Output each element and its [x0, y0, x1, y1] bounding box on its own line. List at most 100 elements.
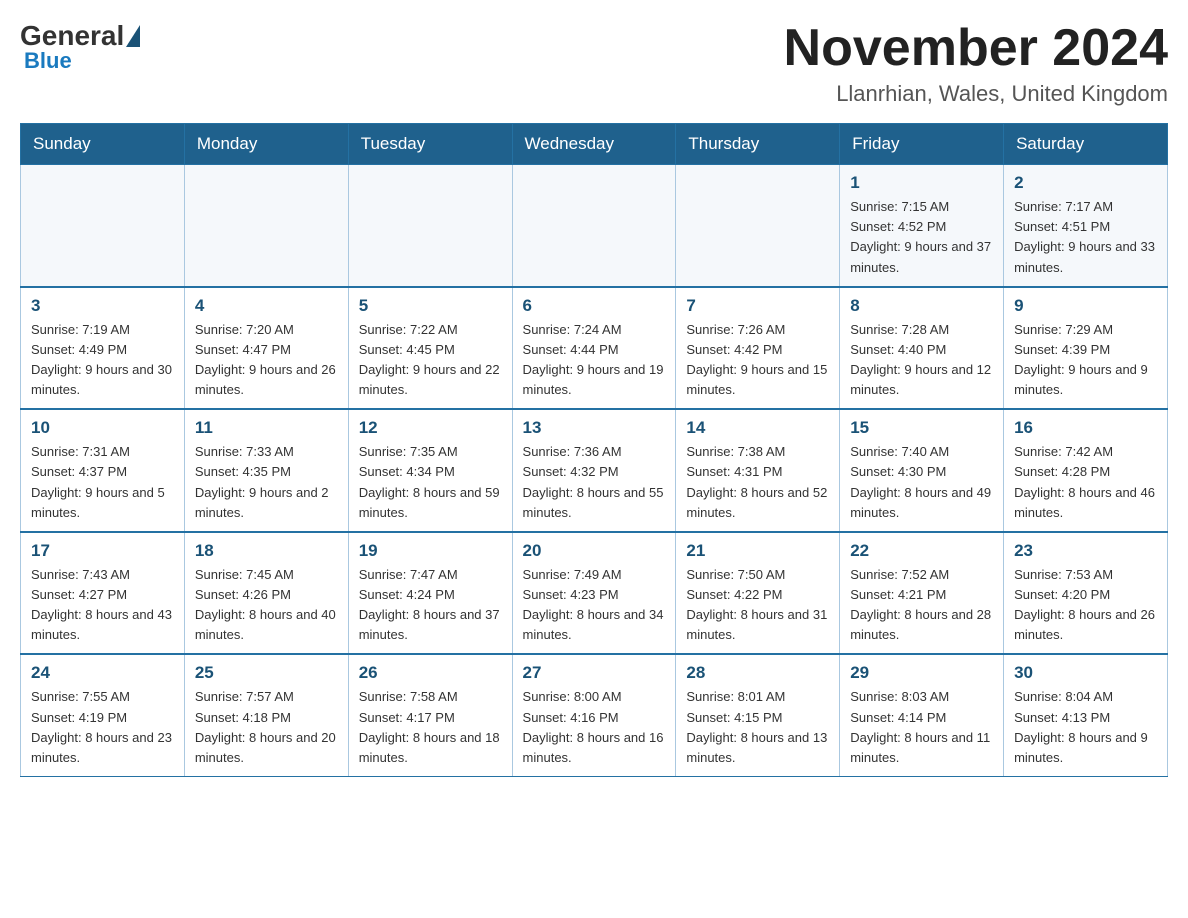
- calendar-cell: 27 Sunrise: 8:00 AM Sunset: 4:16 PM Dayli…: [512, 654, 676, 776]
- day-info: Sunrise: 7:57 AM Sunset: 4:18 PM Dayligh…: [195, 687, 338, 768]
- day-info: Sunrise: 8:04 AM Sunset: 4:13 PM Dayligh…: [1014, 687, 1157, 768]
- calendar-cell: [676, 165, 840, 287]
- day-number: 11: [195, 418, 338, 438]
- day-number: 22: [850, 541, 993, 561]
- day-info: Sunrise: 7:40 AM Sunset: 4:30 PM Dayligh…: [850, 442, 993, 523]
- day-number: 5: [359, 296, 502, 316]
- calendar-cell: 13 Sunrise: 7:36 AM Sunset: 4:32 PM Dayli…: [512, 409, 676, 532]
- day-number: 7: [686, 296, 829, 316]
- day-number: 10: [31, 418, 174, 438]
- calendar-cell: 9Sunrise: 7:29 AM Sunset: 4:39 PM Daylig…: [1004, 287, 1168, 410]
- calendar-cell: 28 Sunrise: 8:01 AM Sunset: 4:15 PM Dayli…: [676, 654, 840, 776]
- day-info: Sunrise: 7:53 AM Sunset: 4:20 PM Dayligh…: [1014, 565, 1157, 646]
- day-info: Sunrise: 7:49 AM Sunset: 4:23 PM Dayligh…: [523, 565, 666, 646]
- calendar-cell: 22 Sunrise: 7:52 AM Sunset: 4:21 PM Dayli…: [840, 532, 1004, 655]
- day-number: 15: [850, 418, 993, 438]
- day-number: 18: [195, 541, 338, 561]
- calendar-cell: 16 Sunrise: 7:42 AM Sunset: 4:28 PM Dayli…: [1004, 409, 1168, 532]
- day-info: Sunrise: 7:15 AM Sunset: 4:52 PM Dayligh…: [850, 197, 993, 278]
- calendar-cell: 15 Sunrise: 7:40 AM Sunset: 4:30 PM Dayli…: [840, 409, 1004, 532]
- day-info: Sunrise: 7:36 AM Sunset: 4:32 PM Dayligh…: [523, 442, 666, 523]
- day-number: 25: [195, 663, 338, 683]
- day-number: 30: [1014, 663, 1157, 683]
- calendar-cell: [348, 165, 512, 287]
- day-info: Sunrise: 8:00 AM Sunset: 4:16 PM Dayligh…: [523, 687, 666, 768]
- day-info: Sunrise: 7:58 AM Sunset: 4:17 PM Dayligh…: [359, 687, 502, 768]
- day-info: Sunrise: 7:45 AM Sunset: 4:26 PM Dayligh…: [195, 565, 338, 646]
- calendar-cell: 11 Sunrise: 7:33 AM Sunset: 4:35 PM Dayli…: [184, 409, 348, 532]
- calendar-weekday-tuesday: Tuesday: [348, 124, 512, 165]
- calendar-cell: 10 Sunrise: 7:31 AM Sunset: 4:37 PM Dayli…: [21, 409, 185, 532]
- day-number: 12: [359, 418, 502, 438]
- calendar-header-row: SundayMondayTuesdayWednesdayThursdayFrid…: [21, 124, 1168, 165]
- day-number: 19: [359, 541, 502, 561]
- calendar-weekday-saturday: Saturday: [1004, 124, 1168, 165]
- day-info: Sunrise: 7:24 AM Sunset: 4:44 PM Dayligh…: [523, 320, 666, 401]
- calendar-cell: 23 Sunrise: 7:53 AM Sunset: 4:20 PM Dayli…: [1004, 532, 1168, 655]
- calendar-weekday-sunday: Sunday: [21, 124, 185, 165]
- calendar-cell: [21, 165, 185, 287]
- calendar-week-row-2: 3 Sunrise: 7:19 AM Sunset: 4:49 PM Daylig…: [21, 287, 1168, 410]
- calendar-cell: 14 Sunrise: 7:38 AM Sunset: 4:31 PM Dayli…: [676, 409, 840, 532]
- day-number: 27: [523, 663, 666, 683]
- day-number: 20: [523, 541, 666, 561]
- day-number: 13: [523, 418, 666, 438]
- calendar-week-row-3: 10 Sunrise: 7:31 AM Sunset: 4:37 PM Dayli…: [21, 409, 1168, 532]
- calendar-cell: [184, 165, 348, 287]
- day-info: Sunrise: 7:33 AM Sunset: 4:35 PM Dayligh…: [195, 442, 338, 523]
- day-info: Sunrise: 7:22 AM Sunset: 4:45 PM Dayligh…: [359, 320, 502, 401]
- calendar-cell: 5 Sunrise: 7:22 AM Sunset: 4:45 PM Daylig…: [348, 287, 512, 410]
- day-info: Sunrise: 7:50 AM Sunset: 4:22 PM Dayligh…: [686, 565, 829, 646]
- calendar-cell: 12 Sunrise: 7:35 AM Sunset: 4:34 PM Dayli…: [348, 409, 512, 532]
- day-info: Sunrise: 7:19 AM Sunset: 4:49 PM Dayligh…: [31, 320, 174, 401]
- day-info: Sunrise: 7:38 AM Sunset: 4:31 PM Dayligh…: [686, 442, 829, 523]
- calendar-cell: 1 Sunrise: 7:15 AM Sunset: 4:52 PM Daylig…: [840, 165, 1004, 287]
- day-info: Sunrise: 7:52 AM Sunset: 4:21 PM Dayligh…: [850, 565, 993, 646]
- day-number: 3: [31, 296, 174, 316]
- day-info: Sunrise: 7:20 AM Sunset: 4:47 PM Dayligh…: [195, 320, 338, 401]
- calendar-week-row-4: 17 Sunrise: 7:43 AM Sunset: 4:27 PM Dayli…: [21, 532, 1168, 655]
- calendar-weekday-wednesday: Wednesday: [512, 124, 676, 165]
- calendar-cell: 21Sunrise: 7:50 AM Sunset: 4:22 PM Dayli…: [676, 532, 840, 655]
- calendar-weekday-monday: Monday: [184, 124, 348, 165]
- day-info: Sunrise: 7:42 AM Sunset: 4:28 PM Dayligh…: [1014, 442, 1157, 523]
- day-info: Sunrise: 7:29 AM Sunset: 4:39 PM Dayligh…: [1014, 320, 1157, 401]
- calendar-cell: [512, 165, 676, 287]
- calendar-cell: 30 Sunrise: 8:04 AM Sunset: 4:13 PM Dayli…: [1004, 654, 1168, 776]
- day-info: Sunrise: 7:17 AM Sunset: 4:51 PM Dayligh…: [1014, 197, 1157, 278]
- day-number: 23: [1014, 541, 1157, 561]
- day-info: Sunrise: 7:35 AM Sunset: 4:34 PM Dayligh…: [359, 442, 502, 523]
- location-subtitle: Llanrhian, Wales, United Kingdom: [784, 81, 1168, 107]
- day-info: Sunrise: 7:43 AM Sunset: 4:27 PM Dayligh…: [31, 565, 174, 646]
- calendar-cell: 20 Sunrise: 7:49 AM Sunset: 4:23 PM Dayli…: [512, 532, 676, 655]
- day-info: Sunrise: 7:31 AM Sunset: 4:37 PM Dayligh…: [31, 442, 174, 523]
- page-title: November 2024: [784, 20, 1168, 77]
- day-number: 8: [850, 296, 993, 316]
- day-info: Sunrise: 8:01 AM Sunset: 4:15 PM Dayligh…: [686, 687, 829, 768]
- day-number: 14: [686, 418, 829, 438]
- day-number: 6: [523, 296, 666, 316]
- day-number: 28: [686, 663, 829, 683]
- title-section: November 2024 Llanrhian, Wales, United K…: [784, 20, 1168, 107]
- day-number: 4: [195, 296, 338, 316]
- calendar-cell: 6 Sunrise: 7:24 AM Sunset: 4:44 PM Daylig…: [512, 287, 676, 410]
- calendar-cell: 29 Sunrise: 8:03 AM Sunset: 4:14 PM Dayli…: [840, 654, 1004, 776]
- calendar-table: SundayMondayTuesdayWednesdayThursdayFrid…: [20, 123, 1168, 777]
- page-header: General Blue November 2024 Llanrhian, Wa…: [20, 20, 1168, 107]
- calendar-cell: 18 Sunrise: 7:45 AM Sunset: 4:26 PM Dayli…: [184, 532, 348, 655]
- day-info: Sunrise: 8:03 AM Sunset: 4:14 PM Dayligh…: [850, 687, 993, 768]
- calendar-weekday-friday: Friday: [840, 124, 1004, 165]
- day-info: Sunrise: 7:26 AM Sunset: 4:42 PM Dayligh…: [686, 320, 829, 401]
- day-number: 29: [850, 663, 993, 683]
- day-info: Sunrise: 7:28 AM Sunset: 4:40 PM Dayligh…: [850, 320, 993, 401]
- day-number: 1: [850, 173, 993, 193]
- day-number: 16: [1014, 418, 1157, 438]
- day-number: 2: [1014, 173, 1157, 193]
- calendar-cell: 4 Sunrise: 7:20 AM Sunset: 4:47 PM Daylig…: [184, 287, 348, 410]
- calendar-cell: 2 Sunrise: 7:17 AM Sunset: 4:51 PM Daylig…: [1004, 165, 1168, 287]
- day-number: 26: [359, 663, 502, 683]
- logo-triangle-icon: [126, 25, 140, 47]
- calendar-cell: 17 Sunrise: 7:43 AM Sunset: 4:27 PM Dayli…: [21, 532, 185, 655]
- day-number: 17: [31, 541, 174, 561]
- calendar-week-row-5: 24Sunrise: 7:55 AM Sunset: 4:19 PM Dayli…: [21, 654, 1168, 776]
